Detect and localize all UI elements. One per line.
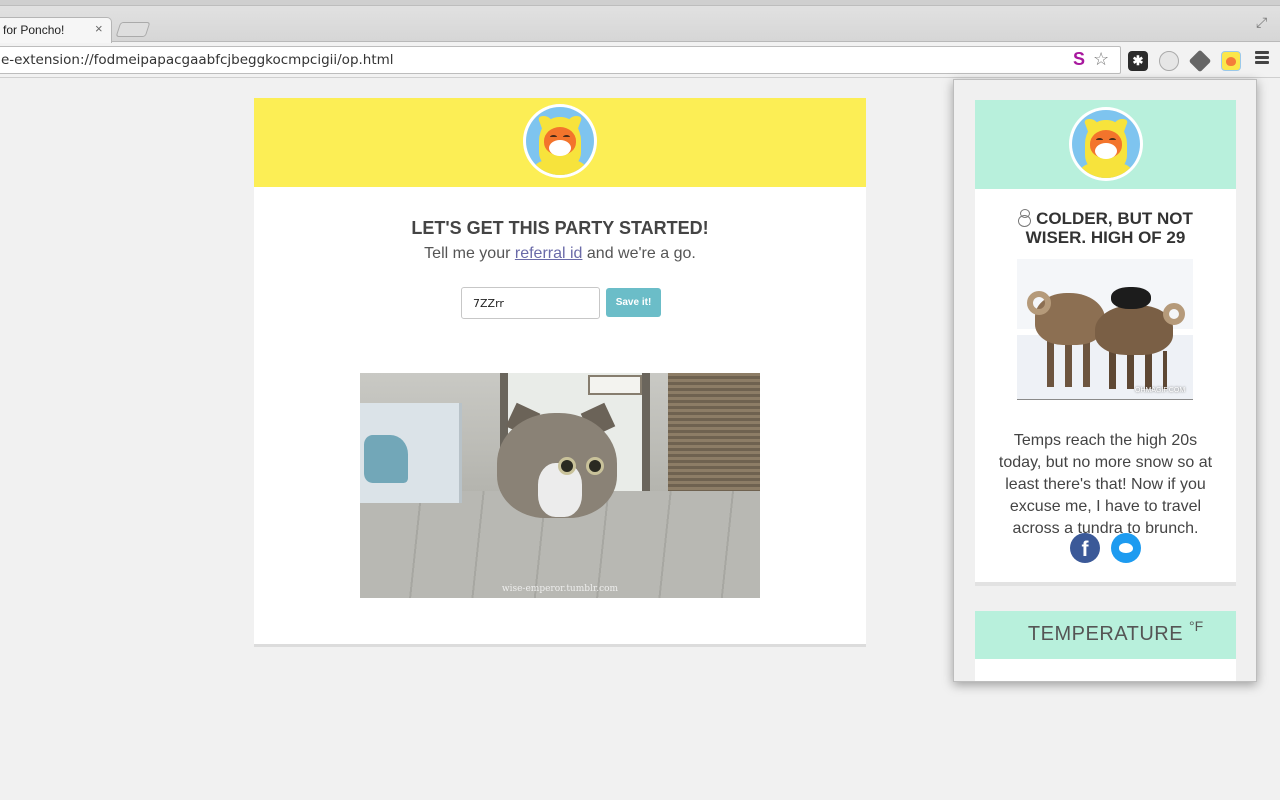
referral-id-input[interactable] xyxy=(461,287,600,319)
bookmark-star-icon[interactable]: ☆ xyxy=(1093,49,1109,70)
temperature-header: TEMPERATURE °F xyxy=(975,611,1236,659)
address-bar[interactable]: e-extension://fodmeipapacgaabfcjbeggkocm… xyxy=(0,46,1121,74)
weather-title: COLDER, BUT NOT WISER. HIGH OF 29 xyxy=(995,209,1216,247)
poncho-avatar xyxy=(1069,107,1143,181)
weather-card: COLDER, BUT NOT WISER. HIGH OF 29 OHMAGI… xyxy=(975,100,1236,586)
tab-title: for Poncho! xyxy=(3,23,65,37)
tab-strip: for Poncho! × ⤢ xyxy=(0,0,1280,43)
subtext-before: Tell me your xyxy=(424,245,515,262)
skype-s-icon[interactable]: S xyxy=(1073,49,1085,70)
ghost-extension-icon[interactable] xyxy=(1159,51,1179,71)
temperature-unit-toggle[interactable]: °F xyxy=(1189,618,1203,634)
cat-gif-watermark: wise-emperor.tumblr.com xyxy=(501,584,619,594)
poncho-avatar xyxy=(523,104,597,178)
twitter-icon[interactable] xyxy=(1111,533,1141,563)
facebook-icon[interactable]: f xyxy=(1070,533,1100,563)
extension-popup: COLDER, BUT NOT WISER. HIGH OF 29 OHMAGI… xyxy=(953,79,1257,682)
rams-gif-watermark: OHMAGIF.COM xyxy=(1135,387,1186,394)
temperature-card: TEMPERATURE °F xyxy=(975,611,1236,681)
weather-title-text: COLDER, BUT NOT WISER. HIGH OF 29 xyxy=(1025,209,1193,247)
browser-toolbar: e-extension://fodmeipapacgaabfcjbeggkocm… xyxy=(0,43,1280,78)
chrome-menu-icon[interactable] xyxy=(1255,51,1269,66)
new-tab-button[interactable] xyxy=(115,22,151,37)
fullscreen-icon[interactable]: ⤢ xyxy=(1256,14,1267,31)
puzzle-extension-icon[interactable]: ✱ xyxy=(1128,51,1148,71)
snowman-icon xyxy=(1018,209,1032,227)
cat-gif-image: wise-emperor.tumblr.com xyxy=(360,373,760,598)
url-text[interactable]: e-extension://fodmeipapacgaabfcjbeggkocm… xyxy=(1,52,394,68)
tag-extension-icon[interactable] xyxy=(1188,49,1212,73)
subtext-after: and we're a go. xyxy=(582,245,696,262)
poncho-extension-icon[interactable] xyxy=(1221,51,1241,71)
options-card: LET'S GET THIS PARTY STARTED! Tell me yo… xyxy=(254,98,866,647)
rams-gif-image: OHMAGIF.COM xyxy=(1017,259,1193,400)
tab-close-icon[interactable]: × xyxy=(95,21,103,36)
referral-id-link[interactable]: referral id xyxy=(515,245,583,262)
tab-active[interactable]: for Poncho! × xyxy=(0,17,112,43)
title-bar xyxy=(0,0,1280,6)
options-heading: LET'S GET THIS PARTY STARTED! xyxy=(411,218,709,238)
options-subtext: Tell me your referral id and we're a go. xyxy=(254,245,866,263)
weather-description: Temps reach the high 20s today, but no m… xyxy=(998,432,1213,537)
save-button[interactable]: Save it! xyxy=(606,288,661,317)
